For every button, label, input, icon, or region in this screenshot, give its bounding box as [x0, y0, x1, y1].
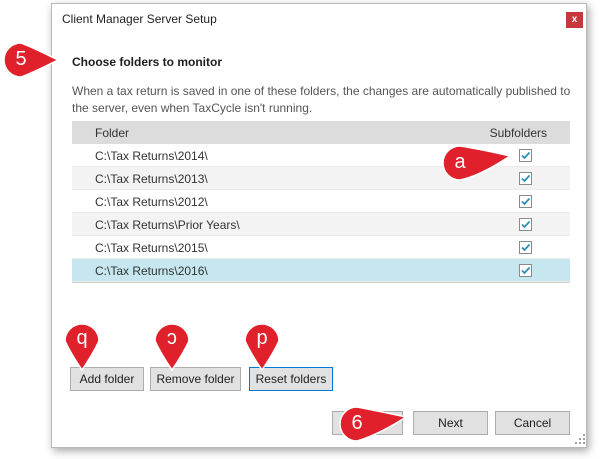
page-description: When a tax return is saved in one of the…	[72, 84, 571, 115]
checkmark-icon	[521, 220, 531, 229]
folder-path: C:\Tax Returns\2015\	[95, 241, 208, 255]
callout-label: 6	[351, 412, 363, 434]
resize-grip-icon[interactable]	[575, 434, 585, 444]
subfolders-checkbox[interactable]	[519, 172, 532, 185]
checkmark-icon	[521, 266, 531, 275]
table-row[interactable]: C:\Tax Returns\2015\	[72, 236, 570, 259]
subfolders-checkbox[interactable]	[519, 149, 532, 162]
callout-a: a	[440, 144, 514, 182]
window-title: Client Manager Server Setup	[62, 12, 217, 26]
table-row[interactable]: C:\Tax Returns\2016\	[72, 259, 570, 282]
column-header-folder[interactable]: Folder	[95, 126, 129, 140]
callout-label: b	[76, 328, 88, 350]
page-heading: Choose folders to monitor	[72, 55, 222, 69]
checkmark-icon	[521, 243, 531, 252]
checkmark-icon	[521, 174, 531, 183]
table-row[interactable]: C:\Tax Returns\2012\	[72, 190, 570, 213]
cancel-button[interactable]: Cancel	[495, 411, 570, 435]
callout-label: d	[256, 328, 268, 350]
callout-step-5: 5	[2, 41, 62, 79]
callout-label: c	[167, 328, 177, 350]
callout-b: b	[60, 316, 104, 374]
subfolders-checkbox[interactable]	[519, 218, 532, 231]
checkmark-icon	[521, 197, 531, 206]
checkmark-icon	[521, 151, 531, 160]
callout-c: c	[150, 316, 194, 374]
title-bar: Client Manager Server Setup x	[52, 4, 586, 34]
close-button[interactable]: x	[566, 12, 583, 28]
callout-label: 5	[15, 48, 27, 70]
subfolders-checkbox[interactable]	[519, 241, 532, 254]
grid-header: Folder Subfolders	[72, 121, 570, 144]
folder-path: C:\Tax Returns\2013\	[95, 172, 208, 186]
callout-step-6: 6	[338, 405, 410, 443]
subfolders-checkbox[interactable]	[519, 195, 532, 208]
table-row[interactable]: C:\Tax Returns\Prior Years\	[72, 213, 570, 236]
callout-label: a	[454, 151, 466, 173]
folder-path: C:\Tax Returns\Prior Years\	[95, 218, 240, 232]
folder-path: C:\Tax Returns\2012\	[95, 195, 208, 209]
grid-bottom-border	[72, 282, 570, 283]
folder-path: C:\Tax Returns\2014\	[95, 149, 208, 163]
callout-d: d	[240, 316, 284, 374]
folder-path: C:\Tax Returns\2016\	[95, 264, 208, 278]
column-header-subfolders[interactable]: Subfolders	[490, 126, 547, 140]
setup-dialog: Client Manager Server Setup x Choose fol…	[51, 3, 587, 448]
next-button[interactable]: Next	[413, 411, 488, 435]
subfolders-checkbox[interactable]	[519, 264, 532, 277]
